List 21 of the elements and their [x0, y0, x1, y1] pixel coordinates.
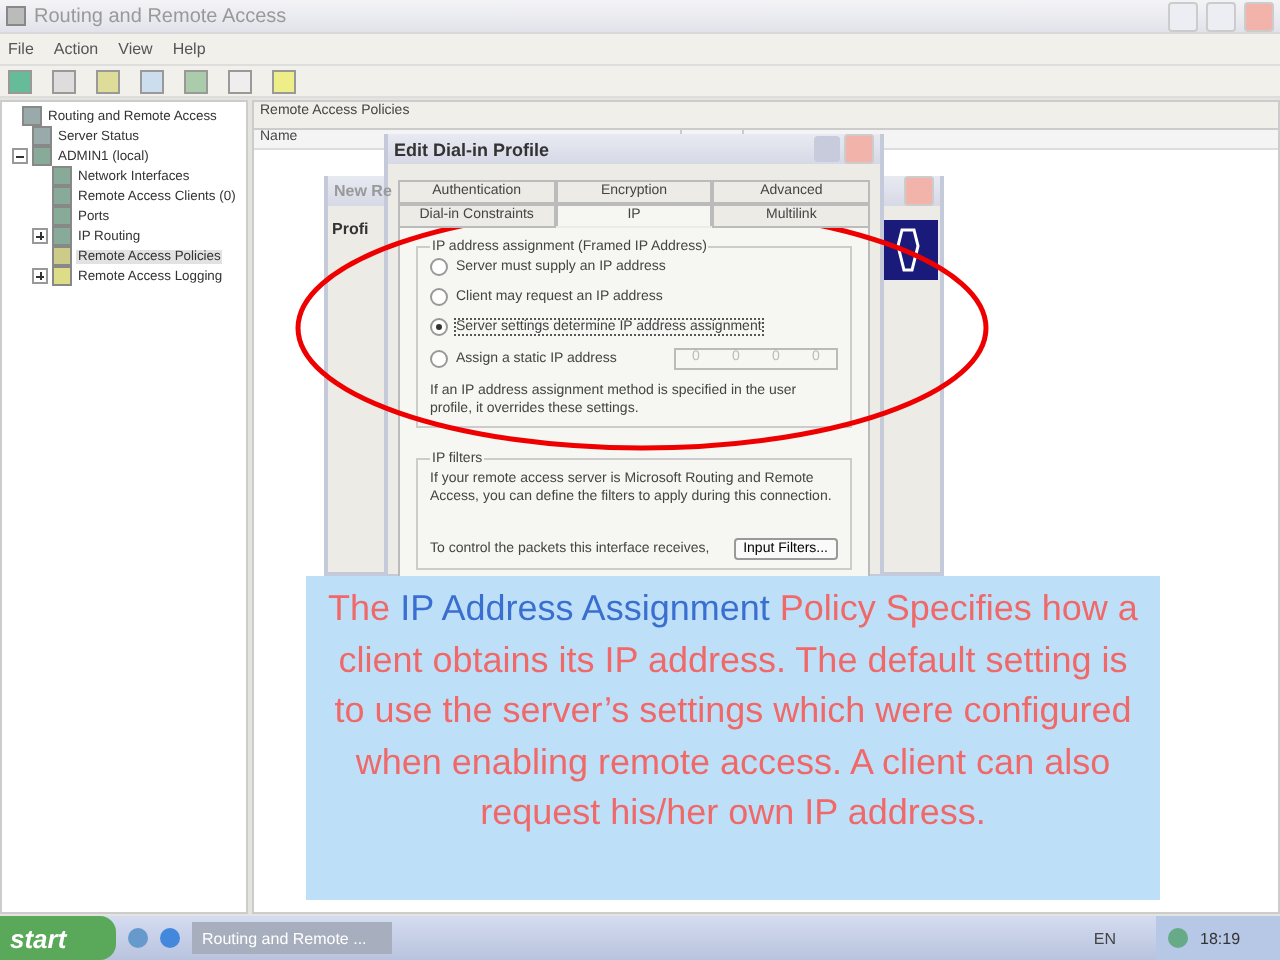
expand-toggle[interactable]: [32, 268, 48, 284]
close-button[interactable]: [1244, 1, 1274, 31]
radio-button[interactable]: [430, 318, 448, 336]
menu-item[interactable]: Action: [53, 40, 99, 58]
radio-button[interactable]: [430, 258, 448, 276]
language-indicator[interactable]: EN: [1093, 929, 1116, 947]
dialog-title: Edit Dial-in Profile: [394, 139, 550, 159]
window-title: Routing and Remote Access: [34, 5, 287, 27]
dialog-title: New Re: [334, 182, 392, 200]
menu-item[interactable]: View: [118, 40, 153, 58]
expand-toggle[interactable]: [12, 148, 28, 164]
restore-button[interactable]: [1206, 1, 1236, 31]
expand-toggle[interactable]: [32, 228, 48, 244]
menu-item[interactable]: File: [8, 40, 34, 58]
menu-item[interactable]: Help: [172, 40, 206, 58]
minimize-button[interactable]: [1168, 1, 1198, 31]
caption-text: The IP Address Assignment Policy Specifies how a client obtains its IP address. The default setting is to use the server’s settings which were configured when enabling remote access. A client can also request his/her own IP address.: [306, 576, 1160, 900]
clock: 18:19: [1200, 929, 1241, 947]
page-heading: Profi: [332, 220, 369, 238]
radio-button[interactable]: [430, 350, 448, 368]
radio-button[interactable]: [430, 288, 448, 306]
